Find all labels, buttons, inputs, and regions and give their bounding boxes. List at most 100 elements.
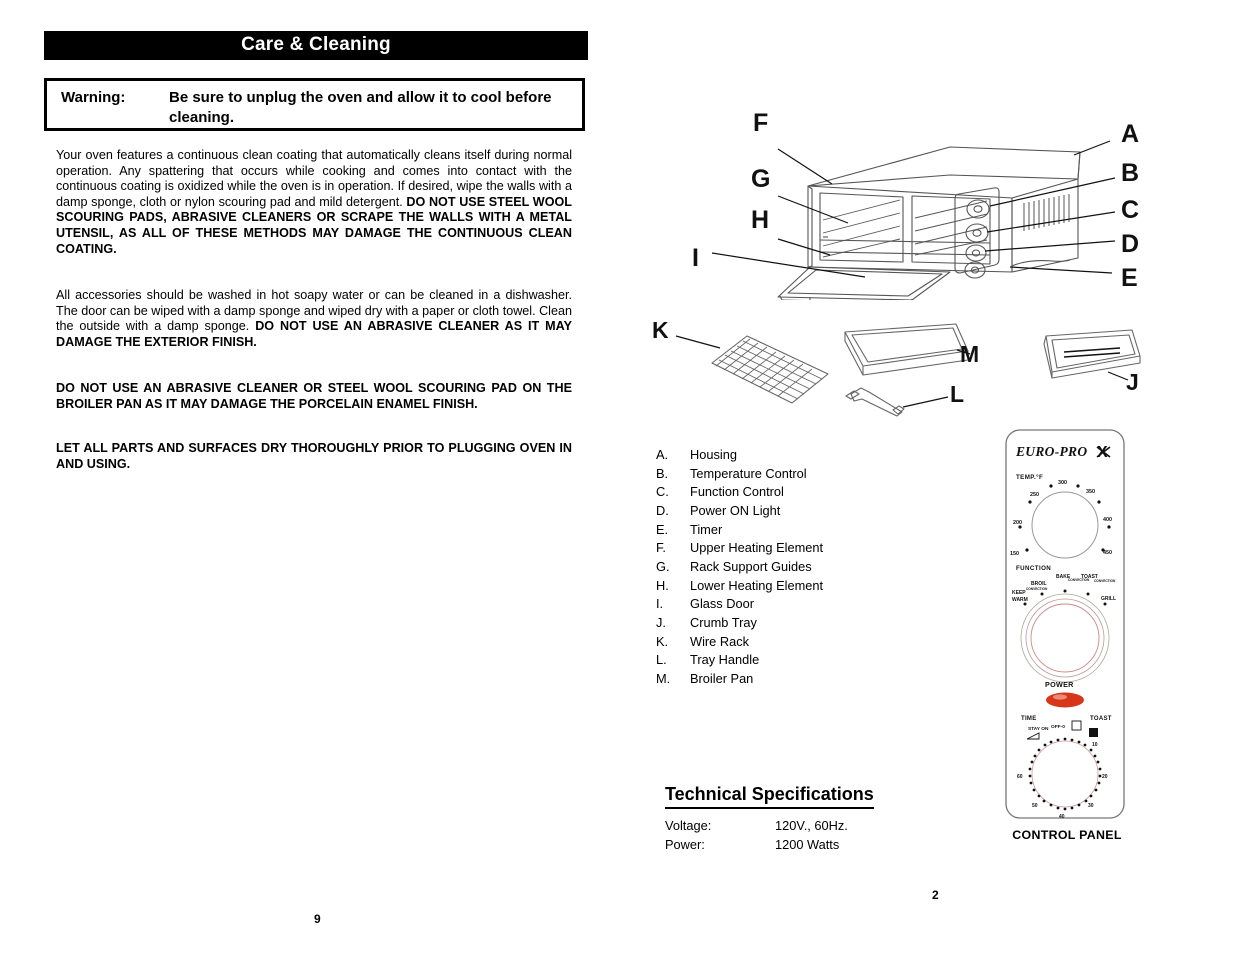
power-label: POWER xyxy=(1045,680,1074,689)
temperature-knob xyxy=(1031,491,1099,559)
part-key: K. xyxy=(656,633,669,649)
function-grill: GRILL xyxy=(1101,596,1116,602)
temp-tick-450: 450 xyxy=(1103,550,1112,556)
temp-tick-350: 350 xyxy=(1086,489,1095,495)
part-label: Rack Support Guides xyxy=(690,558,812,574)
function-warm: WARM xyxy=(1012,597,1028,603)
callout-M: M xyxy=(960,341,979,367)
function-keep: KEEP xyxy=(1012,590,1026,596)
spec-row: Voltage: 120V., 60Hz. xyxy=(665,817,848,836)
timer-tick-50: 50 xyxy=(1032,803,1038,809)
paragraph-3-bold: DO NOT USE AN ABRASIVE CLEANER OR STEEL … xyxy=(56,381,572,411)
care-paragraph-2: All accessories should be washed in hot … xyxy=(56,288,572,350)
part-key: A. xyxy=(656,447,669,462)
parts-list-item: L. Tray Handle xyxy=(656,651,956,670)
parts-list: A. Housing B. Temperature Control C. Functi… xyxy=(656,446,956,689)
parts-list-item: E. Timer xyxy=(656,521,956,540)
part-key: C. xyxy=(656,484,669,500)
part-label: Glass Door xyxy=(690,596,755,612)
parts-list-item: D. Power ON Light xyxy=(656,502,956,521)
part-key: I. xyxy=(656,596,664,612)
function-broil-sub: CONVECTION xyxy=(1026,587,1048,591)
callout-B: B xyxy=(1121,159,1139,187)
care-and-cleaning-header: Care & Cleaning xyxy=(44,31,588,60)
callout-K: K xyxy=(652,317,669,343)
paragraph-4-bold: LET ALL PARTS AND SURFACES DRY THOROUGHL… xyxy=(56,441,572,471)
temp-tick-300: 300 xyxy=(1058,480,1067,486)
parts-list-item: B. Temperature Control xyxy=(656,465,956,484)
parts-list-item: A. Housing xyxy=(656,446,956,465)
callout-F: F xyxy=(753,109,768,137)
part-label: Housing xyxy=(690,447,737,462)
care-paragraph-1: Your oven features a continuous clean co… xyxy=(56,148,572,257)
callout-H: H xyxy=(751,206,769,234)
technical-specifications-table: Voltage: 120V., 60Hz. Power: 1200 Watts xyxy=(665,817,848,854)
part-key: E. xyxy=(656,521,669,537)
spec-row: Power: 1200 Watts xyxy=(665,836,848,855)
care-paragraph-3: DO NOT USE AN ABRASIVE CLEANER OR STEEL … xyxy=(56,381,572,412)
parts-list-item: I. Glass Door xyxy=(656,595,956,614)
parts-list-item: K. Wire Rack xyxy=(656,633,956,652)
callout-A: A xyxy=(1121,120,1139,148)
parts-list-item: G. Rack Support Guides xyxy=(656,558,956,577)
function-knob xyxy=(1030,603,1100,673)
part-key: B. xyxy=(656,465,669,481)
parts-list-item: M. Broiler Pan xyxy=(656,670,956,689)
temp-tick-200: 200 xyxy=(1013,520,1022,526)
power-indicator-lamp xyxy=(1046,692,1084,708)
temp-tick-400: 400 xyxy=(1103,517,1112,523)
oven-diagram: F G H I A B C D E xyxy=(660,100,1205,300)
spec-key: Voltage: xyxy=(665,818,712,833)
part-label: Lower Heating Element xyxy=(690,577,824,593)
timer-tick-20: 20 xyxy=(1102,774,1108,780)
callout-E: E xyxy=(1121,264,1138,292)
part-label: Tray Handle xyxy=(690,652,760,668)
parts-list-item: C. Function Control xyxy=(656,483,956,502)
callout-L: L xyxy=(950,381,964,407)
warning-label: Warning: xyxy=(61,89,126,106)
timer-tick-10: 10 xyxy=(1092,742,1098,748)
care-paragraph-4: LET ALL PARTS AND SURFACES DRY THOROUGHL… xyxy=(56,441,572,472)
technical-specifications-title: Technical Specifications xyxy=(665,784,874,809)
callout-I: I xyxy=(692,244,699,272)
temp-dial-label: TEMP.°F xyxy=(1016,474,1043,481)
part-key: J. xyxy=(656,614,666,630)
part-label: Function Control xyxy=(690,484,784,500)
timer-tick-30: 30 xyxy=(1088,803,1094,809)
left-page: Care & Cleaning Warning: Be sure to unpl… xyxy=(0,0,617,954)
callout-G: G xyxy=(751,165,770,193)
part-label: Broiler Pan xyxy=(690,670,754,686)
spec-value: 120V., 60Hz. xyxy=(775,818,848,833)
part-label: Timer xyxy=(690,521,723,537)
warning-box: Warning: Be sure to unplug the oven and … xyxy=(44,78,585,131)
part-key: D. xyxy=(656,502,669,518)
time-dial-label: TIME xyxy=(1021,716,1037,722)
page-number-left: 9 xyxy=(314,912,321,926)
part-key: G. xyxy=(656,558,670,574)
parts-list-item: F. Upper Heating Element xyxy=(656,539,956,558)
control-panel-diagram: EURO-PRO X TEMP.°F 150 200 250 300 350 4… xyxy=(1004,428,1126,824)
callout-D: D xyxy=(1121,230,1139,258)
spec-value: 1200 Watts xyxy=(775,836,840,852)
control-panel-caption: CONTROL PANEL xyxy=(1012,828,1122,842)
temp-tick-150: 150 xyxy=(1010,551,1019,557)
function-dial-label: FUNCTION xyxy=(1016,565,1051,572)
part-key: F. xyxy=(656,540,666,556)
accessories-diagram: K M L J xyxy=(640,310,1202,422)
svg-text:EURO-PRO: EURO-PRO xyxy=(1015,444,1087,459)
timer-mode-square-filled xyxy=(1089,728,1098,737)
part-key: L. xyxy=(656,652,667,668)
callout-J: J xyxy=(1126,369,1139,395)
part-key: M. xyxy=(656,670,671,686)
timer-tick-60: 60 xyxy=(1017,774,1023,780)
temp-tick-250: 250 xyxy=(1030,492,1039,498)
timer-mode-square-outline xyxy=(1071,720,1082,731)
timer-tick-40: 40 xyxy=(1059,814,1065,820)
warning-text: Be sure to unplug the oven and allow it … xyxy=(169,89,552,127)
part-key: H. xyxy=(656,577,669,593)
timer-toast-label: TOAST xyxy=(1090,716,1112,722)
parts-list-item: H. Lower Heating Element xyxy=(656,577,956,596)
timer-off-label: OFF-0 xyxy=(1051,724,1065,730)
parts-list-item: J. Crumb Tray xyxy=(656,614,956,633)
timer-knob xyxy=(1031,740,1099,808)
